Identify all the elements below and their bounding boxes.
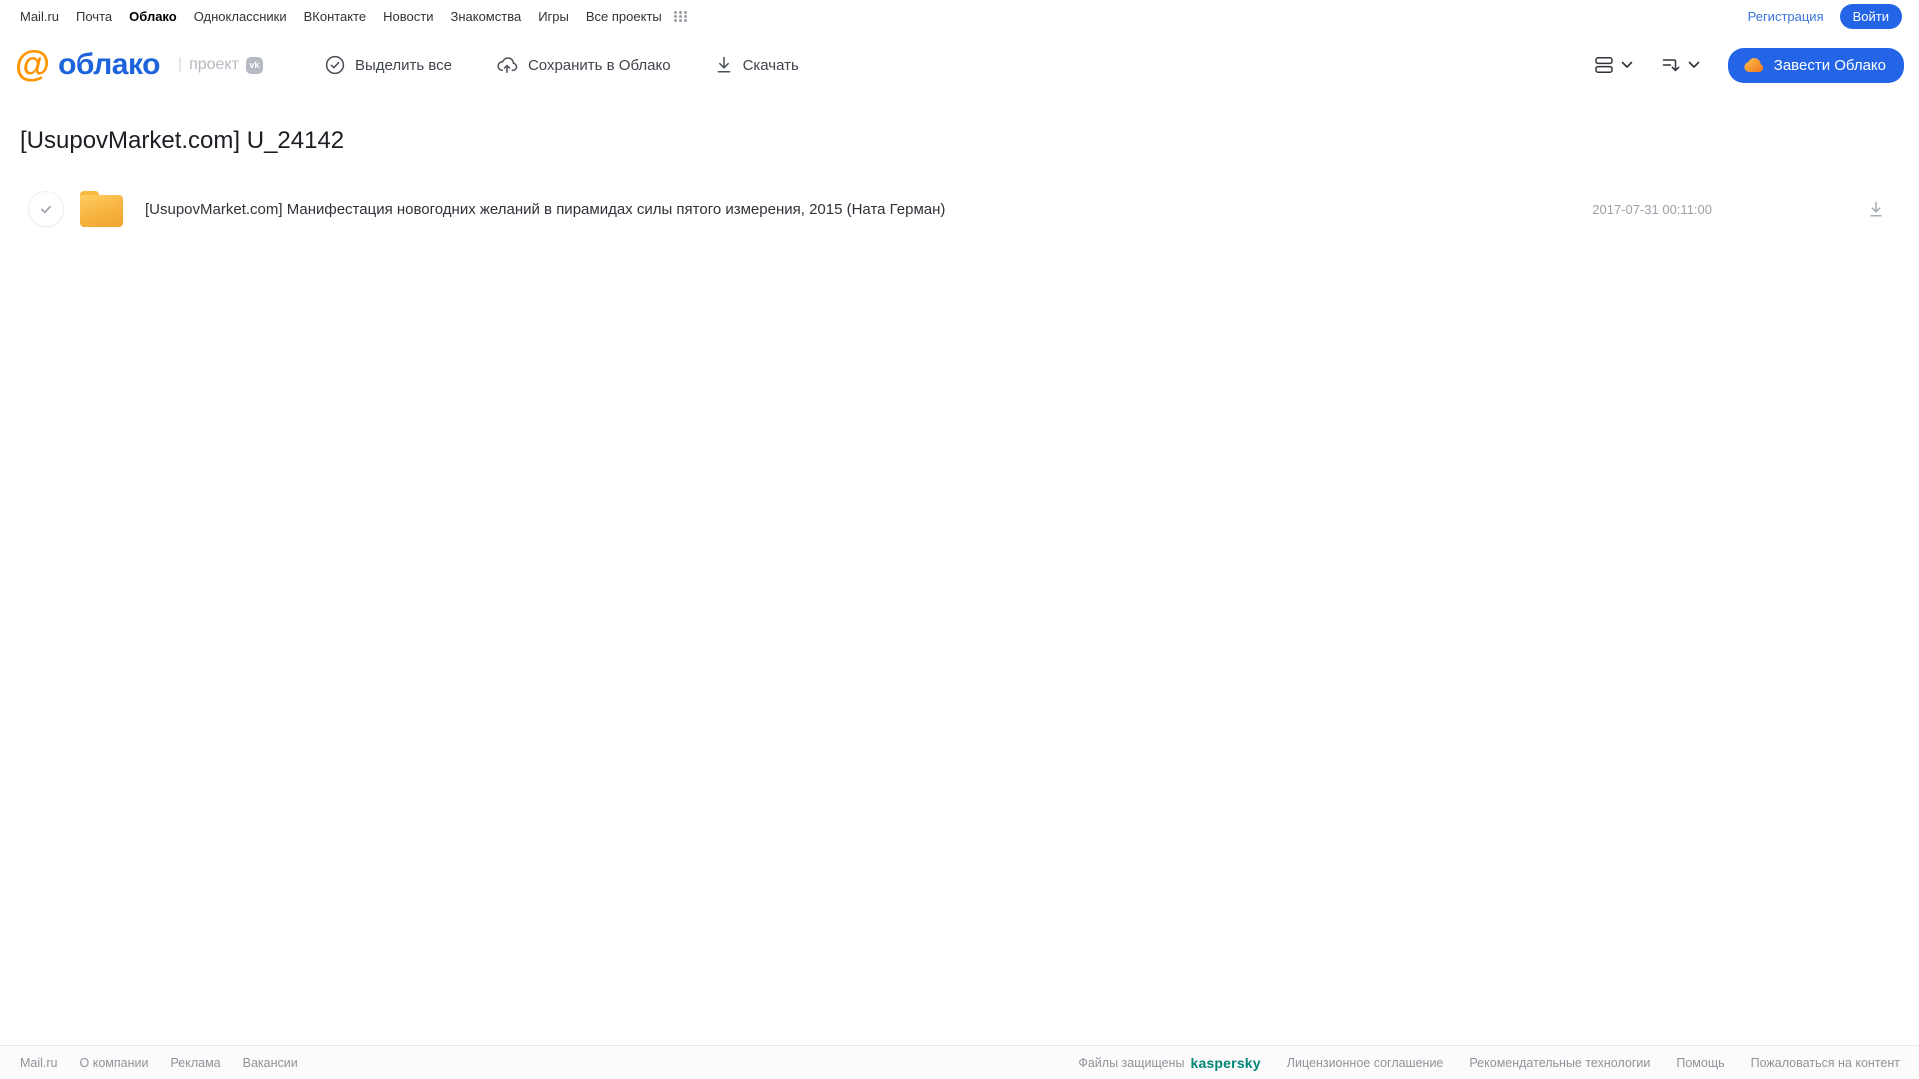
portal-link-dating[interactable]: Знакомства: [450, 9, 521, 24]
footer-link-ads[interactable]: Реклама: [170, 1056, 220, 1070]
vk-project-label: | проект vk: [178, 56, 263, 74]
cloud-logo[interactable]: @ облако | проект vk: [15, 43, 263, 84]
row-download-button[interactable]: [1867, 200, 1885, 219]
project-text: проект: [189, 56, 239, 73]
file-name[interactable]: [UsupovMarket.com] Манифестация новогодн…: [145, 201, 1592, 218]
select-all-button[interactable]: Выделить все: [325, 55, 452, 75]
footer-link-report[interactable]: Пожаловаться на контент: [1751, 1056, 1900, 1070]
page-footer: Mail.ru О компании Реклама Вакансии Файл…: [0, 1045, 1919, 1079]
kaspersky-logo[interactable]: kaspersky: [1190, 1055, 1260, 1071]
login-button[interactable]: Войти: [1839, 4, 1902, 29]
orange-cloud-icon: [1744, 57, 1763, 72]
file-list: [UsupovMarket.com] Манифестация новогодн…: [0, 184, 1919, 234]
page-title: [UsupovMarket.com] U_24142: [20, 127, 345, 154]
save-to-cloud-button[interactable]: Сохранить в Облако: [496, 55, 671, 75]
view-mode-dropdown[interactable]: [1594, 55, 1633, 75]
footer-link-license[interactable]: Лицензионное соглашение: [1287, 1056, 1444, 1070]
file-toolbar: Выделить все Сохранить в Облако Скачать: [325, 55, 799, 75]
folder-icon: [80, 191, 123, 227]
file-date: 2017-07-31 00:11:00: [1592, 201, 1712, 217]
register-link[interactable]: Регистрация: [1748, 9, 1824, 24]
download-label: Скачать: [742, 56, 799, 74]
sort-dropdown[interactable]: [1661, 55, 1700, 75]
file-row[interactable]: [UsupovMarket.com] Манифестация новогодн…: [0, 184, 1919, 234]
portal-topbar: Mail.ru Почта Облако Одноклассники ВКонт…: [0, 0, 1919, 33]
protected-text: Файлы защищены: [1078, 1055, 1185, 1070]
chevron-down-icon: [1688, 61, 1700, 68]
download-icon: [1870, 201, 1882, 217]
portal-auth: Регистрация Войти: [1748, 4, 1902, 29]
cloud-logo-text: облако: [58, 48, 160, 81]
row-checkbox[interactable]: [28, 191, 64, 227]
save-to-cloud-label: Сохранить в Облако: [527, 56, 671, 74]
footer-link-recommendations[interactable]: Рекомендательные технологии: [1469, 1056, 1650, 1070]
mailru-at-icon: @: [15, 43, 51, 84]
portal-link-mailru[interactable]: Mail.ru: [20, 9, 59, 24]
download-icon: [717, 56, 730, 73]
sort-icon: [1662, 59, 1680, 72]
check-circle-icon: [325, 55, 345, 75]
get-cloud-label: Завести Облако: [1773, 56, 1886, 74]
footer-link-about[interactable]: О компании: [80, 1056, 149, 1070]
app-header: @ облако | проект vk Выделить все Сохран…: [0, 33, 1919, 97]
apps-grid-icon[interactable]: [673, 11, 688, 22]
footer-right-links: Файлы защищены kaspersky Лицензионное со…: [1078, 1055, 1900, 1071]
vk-badge-icon: vk: [245, 56, 263, 74]
portal-link-vkontakte[interactable]: ВКонтакте: [304, 9, 367, 24]
footer-left-links: Mail.ru О компании Реклама Вакансии: [20, 1056, 298, 1070]
list-view-icon: [1595, 57, 1613, 73]
kaspersky-protected: Файлы защищены kaspersky: [1078, 1055, 1260, 1071]
get-cloud-button[interactable]: Завести Облако: [1727, 47, 1904, 83]
main-content: [UsupovMarket.com] U_24142 [UsupovMarket…: [0, 97, 1919, 1045]
cloud-mailru-page: Mail.ru Почта Облако Одноклассники ВКонт…: [0, 0, 1919, 1079]
portal-link-odnoklassniki[interactable]: Одноклассники: [194, 9, 287, 24]
header-right-controls: Завести Облако: [1594, 47, 1904, 83]
select-all-label: Выделить все: [354, 56, 452, 74]
portal-links: Mail.ru Почта Облако Одноклассники ВКонт…: [20, 9, 688, 24]
cloud-upload-icon: [497, 57, 518, 74]
chevron-down-icon: [1621, 61, 1633, 68]
portal-link-all-projects[interactable]: Все проекты: [586, 9, 662, 24]
portal-link-cloud[interactable]: Облако: [129, 9, 177, 24]
portal-link-mail[interactable]: Почта: [76, 9, 112, 24]
logo-separator: |: [177, 56, 183, 73]
check-icon: [41, 205, 51, 214]
portal-link-games[interactable]: Игры: [538, 9, 569, 24]
portal-link-news[interactable]: Новости: [383, 9, 433, 24]
footer-link-jobs[interactable]: Вакансии: [243, 1056, 298, 1070]
footer-link-mailru[interactable]: Mail.ru: [20, 1056, 58, 1070]
footer-link-help[interactable]: Помощь: [1676, 1056, 1724, 1070]
download-button[interactable]: Скачать: [715, 55, 799, 75]
